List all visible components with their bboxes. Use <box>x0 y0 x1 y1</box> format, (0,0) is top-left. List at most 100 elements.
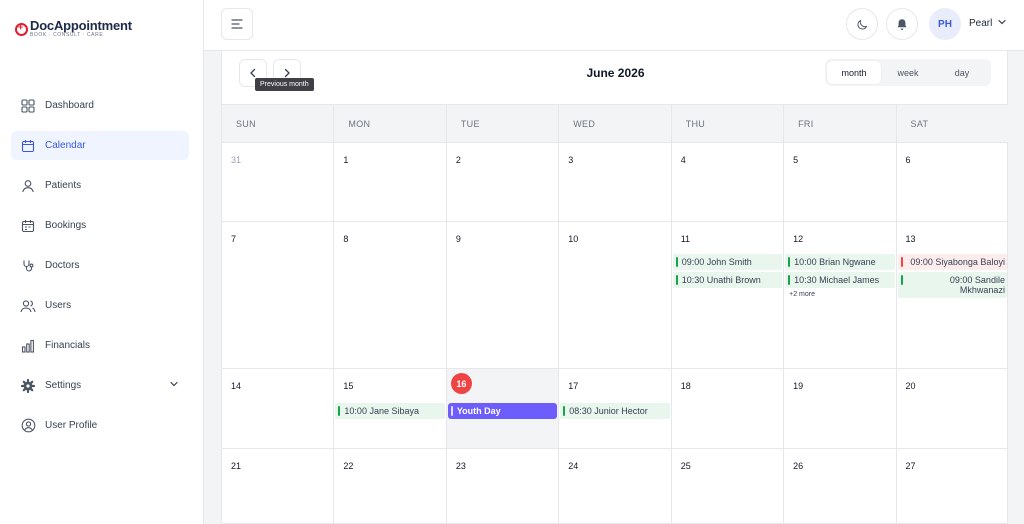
bar-chart-icon <box>20 338 36 354</box>
sidebar-item-settings[interactable]: Settings <box>11 371 189 400</box>
day-cell[interactable]: 25 <box>672 449 785 523</box>
day-number: 8 <box>343 234 349 244</box>
day-cell[interactable]: 11 09:00 John Smith 10:30 Unathi Brown <box>672 222 785 368</box>
day-cell[interactable]: 24 <box>559 449 672 523</box>
day-cell[interactable]: 17 08:30 Junior Hector <box>559 369 672 448</box>
day-cell[interactable]: 6 <box>897 143 1008 221</box>
sidebar-item-patients[interactable]: Patients <box>11 171 189 200</box>
notifications-button[interactable] <box>886 8 918 40</box>
gear-icon <box>20 378 36 394</box>
sidebar-item-label: Settings <box>45 380 82 391</box>
event-status-indicator <box>900 257 903 267</box>
moon-icon <box>856 19 867 30</box>
day-cell[interactable]: 4 <box>672 143 785 221</box>
appointment-event[interactable]: 08:30 Junior Hector <box>560 403 670 419</box>
week-row: 14 15 10:00 Jane Sibaya 16 Youth Day 17 08:30 … <box>222 369 1008 449</box>
day-cell[interactable]: 5 <box>784 143 897 221</box>
day-cell[interactable]: 23 <box>447 449 560 523</box>
holiday-event[interactable]: Youth Day <box>447 403 558 419</box>
appointment-event[interactable]: 10:00 Jane Sibaya <box>335 403 445 419</box>
day-cell[interactable]: 31 <box>222 143 335 221</box>
day-cell[interactable]: 18 <box>672 369 785 448</box>
event-status-indicator <box>675 257 678 267</box>
sidebar-item-label: Bookings <box>45 220 87 231</box>
day-cell[interactable]: 7 <box>222 222 335 368</box>
event-list: 10:00 Jane Sibaya <box>335 403 445 421</box>
appointment-event[interactable]: 10:00 Brian Ngwane <box>785 254 895 270</box>
sidebar-item-bookings[interactable]: Bookings <box>11 211 189 240</box>
event-label: 10:30 Unathi Brown <box>681 275 761 285</box>
day-number: 31 <box>231 155 242 165</box>
day-number: 5 <box>793 155 799 165</box>
day-cell[interactable]: 21 <box>222 449 335 523</box>
view-month-button[interactable]: month <box>827 61 881 84</box>
event-label: 10:00 Jane Sibaya <box>344 406 419 416</box>
day-cell[interactable]: 16 Youth Day <box>446 369 560 448</box>
day-cell[interactable]: 19 <box>784 369 897 448</box>
day-cell[interactable]: 15 10:00 Jane Sibaya <box>334 369 447 448</box>
calendar-check-icon <box>20 218 36 234</box>
day-cell[interactable]: 13 09:00 Siyabonga Baloyi 09:00 Sandile Mk… <box>897 222 1008 368</box>
sidebar-item-dashboard[interactable]: Dashboard <box>11 91 189 120</box>
day-cell[interactable]: 27 <box>897 449 1008 523</box>
sidebar-item-label: Patients <box>45 180 82 191</box>
view-day-button[interactable]: day <box>935 61 989 84</box>
event-label: 09:00 John Smith <box>681 257 752 267</box>
more-events-link[interactable]: +2 more <box>785 291 894 298</box>
brand-name-part1: Doc <box>30 18 54 33</box>
day-cell[interactable]: 9 <box>447 222 560 368</box>
day-number: 27 <box>905 461 916 471</box>
appointment-event[interactable]: 10:30 Unathi Brown <box>672 272 783 288</box>
day-cell[interactable]: 8 <box>334 222 447 368</box>
chevron-down-icon[interactable] <box>997 17 1007 27</box>
day-cell[interactable]: 14 <box>222 369 335 448</box>
sidebar-item-doctors[interactable]: Doctors <box>11 251 189 280</box>
sidebar-item-user-profile[interactable]: User Profile <box>11 411 189 440</box>
chevron-down-icon <box>169 379 179 392</box>
appointment-event[interactable]: 09:00 Sandile Mkhwanazi <box>897 272 1007 298</box>
month-grid: SUN MON TUE WED THU FRI SAT 31 1 2 3 4 5 6 7 8 9 10 11 09:0… <box>222 104 1008 524</box>
day-cell[interactable]: 10 <box>559 222 672 368</box>
event-status-indicator <box>788 257 791 267</box>
weekday-header: MON <box>334 105 447 142</box>
event-status-indicator <box>338 406 341 416</box>
appointment-event[interactable]: 09:00 Siyabonga Baloyi <box>897 254 1007 270</box>
sidebar-item-users[interactable]: Users <box>11 291 189 320</box>
user-icon <box>20 178 36 194</box>
day-number: 24 <box>568 461 579 471</box>
event-list: 09:00 Siyabonga Baloyi 09:00 Sandile Mkhw… <box>897 254 1007 300</box>
day-cell[interactable]: 12 10:00 Brian Ngwane 10:30 Michael James +… <box>784 222 897 368</box>
weekday-header: SUN <box>222 105 335 142</box>
day-cell[interactable]: 2 <box>447 143 560 221</box>
sidebar-item-calendar[interactable]: Calendar <box>11 131 189 160</box>
day-number: 17 <box>568 381 579 391</box>
event-label: Youth Day <box>456 406 501 416</box>
menu-toggle-button[interactable] <box>221 8 253 40</box>
day-cell[interactable]: 1 <box>334 143 447 221</box>
day-cell[interactable]: 22 <box>334 449 447 523</box>
grid-icon <box>20 98 36 114</box>
theme-toggle-button[interactable] <box>846 8 878 40</box>
day-number: 21 <box>231 461 242 471</box>
day-number: 25 <box>680 461 691 471</box>
day-cell[interactable]: 26 <box>784 449 897 523</box>
calendar-icon <box>20 138 36 154</box>
day-cell[interactable]: 3 <box>559 143 672 221</box>
event-status-indicator <box>563 406 566 416</box>
day-cell[interactable]: 20 <box>897 369 1008 448</box>
user-name[interactable]: Pearl <box>969 18 992 29</box>
event-list: 08:30 Junior Hector <box>560 403 670 421</box>
logo[interactable]: DocAppointment BOOK · CONSULT · CARE <box>15 18 132 38</box>
view-week-button[interactable]: week <box>881 61 935 84</box>
sidebar-item-financials[interactable]: Financials <box>11 331 189 360</box>
event-label: 08:30 Junior Hector <box>569 406 648 416</box>
appointment-event[interactable]: 10:30 Michael James <box>785 272 895 288</box>
weekday-header: SAT <box>910 118 929 129</box>
user-avatar[interactable]: PH <box>929 8 961 40</box>
appointment-event[interactable]: 09:00 John Smith <box>672 254 783 270</box>
event-list: 09:00 John Smith 10:30 Unathi Brown <box>672 254 783 290</box>
weekday-header: WED <box>559 105 672 142</box>
view-switcher: month week day <box>825 59 991 86</box>
sidebar-item-label: Calendar <box>45 140 86 151</box>
sidebar-item-label: User Profile <box>45 420 98 431</box>
